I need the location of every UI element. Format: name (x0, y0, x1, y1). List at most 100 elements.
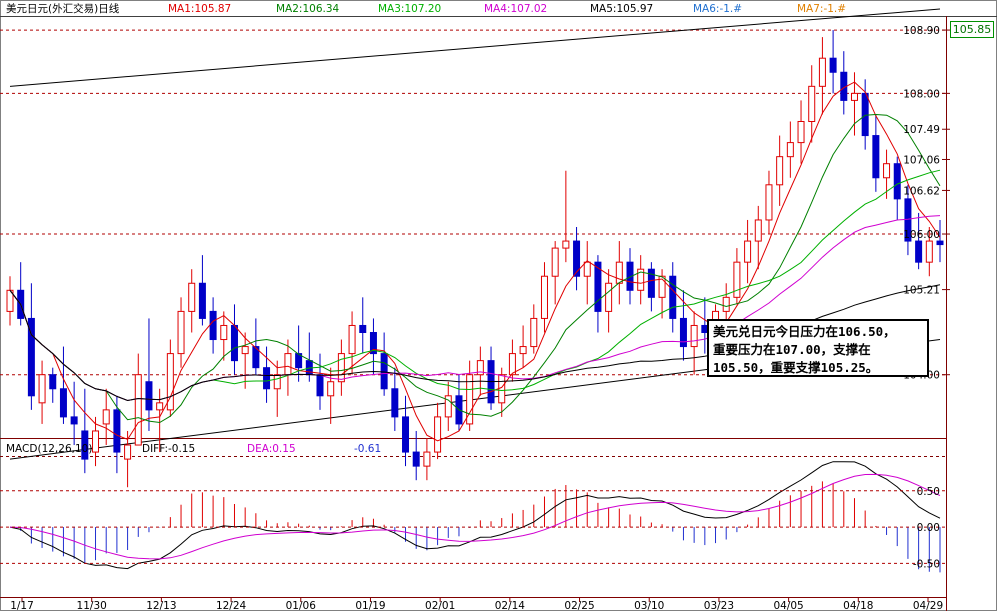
candle-body (412, 451, 420, 467)
candle (38, 360, 46, 424)
ma-label: MA2:106.34 (276, 3, 340, 15)
candle-body (786, 142, 794, 158)
candle-body (209, 310, 217, 341)
candle-body (241, 346, 249, 355)
candle (455, 374, 463, 431)
chart-window: 108.90 108.00 107.49 107.06 106.62 106.00 105.… (0, 0, 997, 611)
candle (637, 255, 645, 305)
diff-line (9, 461, 941, 570)
candle (915, 212, 923, 270)
candle-body (220, 324, 228, 341)
price-tick-label: 108.00 (903, 88, 940, 100)
candle (669, 262, 677, 333)
candle (49, 367, 57, 403)
candle-body (690, 324, 698, 348)
date-tick-label: 04/18 (843, 600, 873, 611)
candle-body (102, 409, 110, 425)
candle (936, 219, 944, 263)
candle (744, 219, 752, 284)
price-tick-label: 105.21 (903, 285, 940, 297)
trend-channel-upper (9, 8, 941, 87)
macd-tick-label: 0.50 (917, 486, 940, 498)
candle-body (263, 367, 271, 390)
candle-body (883, 163, 891, 179)
candle-body (925, 240, 933, 263)
date-tick-label: 01/19 (355, 600, 385, 611)
candle-body (188, 282, 196, 312)
candle-body (423, 451, 431, 467)
candle-body (38, 374, 46, 404)
price-tick-label: 106.00 (903, 229, 940, 241)
candle (166, 339, 174, 417)
candle (765, 170, 773, 235)
candle-body (519, 346, 527, 355)
candle (188, 269, 196, 333)
date-tick-label: 04/29 (913, 600, 943, 611)
candle (59, 346, 67, 424)
candle-body (145, 381, 153, 411)
candle (733, 248, 741, 305)
candle-body (498, 374, 506, 404)
candle-body (776, 156, 784, 186)
candle-body (915, 240, 923, 263)
candle-body (337, 353, 345, 383)
candle (102, 388, 110, 446)
candle (209, 297, 217, 354)
date-tick-label: 02/25 (564, 600, 594, 611)
candle-body (722, 296, 730, 312)
date-tick-label: 01/06 (286, 600, 317, 611)
candle (198, 255, 206, 326)
candle-body (573, 240, 581, 277)
candle (893, 156, 901, 220)
candle (840, 51, 848, 115)
candle (679, 290, 687, 361)
candle-body (562, 240, 570, 249)
date-axis-ticks: 1/17 11/30 12/13 12/24 01/06 01/19 02/01 02/14 0… (10, 597, 943, 611)
candle (808, 65, 816, 143)
candle-body (359, 324, 367, 334)
candle (316, 353, 324, 410)
candle-body (936, 240, 944, 246)
candle (17, 262, 25, 326)
date-tick-label: 12/13 (146, 600, 176, 611)
candle (27, 283, 35, 410)
candle-body (177, 310, 185, 355)
candle-body (380, 353, 388, 390)
candle (70, 381, 78, 446)
candle (818, 37, 826, 115)
candle-body (893, 163, 901, 200)
macd-header: MACD(12,26,10) DIFF:-0.15 DEA:0.15 -0.61 (6, 443, 381, 455)
candle-body (861, 92, 869, 137)
candle (573, 227, 581, 291)
candle (754, 205, 762, 270)
last-price-badge: 105.85 (950, 21, 994, 38)
chart-title: 美元日元(外汇交易)日线 (6, 2, 120, 15)
candle (230, 304, 238, 375)
macd-tick-label: 0.00 (917, 522, 940, 534)
candle (220, 311, 228, 361)
candle (295, 325, 303, 382)
date-tick-label: 11/30 (77, 600, 107, 611)
candle (444, 381, 452, 431)
price-tick-label: 107.06 (903, 154, 940, 166)
candle (562, 170, 570, 263)
candle-body (348, 324, 356, 355)
candle (872, 114, 880, 192)
candle (605, 269, 613, 333)
candle (369, 318, 377, 375)
chart-header: 美元日元(外汇交易)日线 MA1:105.87 MA2:106.34 MA3:107.… (6, 2, 846, 15)
candle-body (818, 57, 826, 87)
candle-body (327, 381, 335, 397)
candle (583, 241, 591, 305)
candle (797, 100, 805, 164)
candle-body (744, 240, 752, 263)
candle-body (92, 430, 100, 453)
candle (786, 121, 794, 178)
candle (690, 311, 698, 375)
candle-body (829, 57, 837, 73)
candlestick-chart[interactable]: 108.90 108.00 107.49 107.06 106.62 106.00 105.… (0, 0, 997, 611)
ma-label: MA1:105.87 (168, 3, 231, 15)
date-tick-label: 02/14 (495, 600, 526, 611)
candle-body (434, 416, 442, 453)
candle (6, 276, 14, 326)
